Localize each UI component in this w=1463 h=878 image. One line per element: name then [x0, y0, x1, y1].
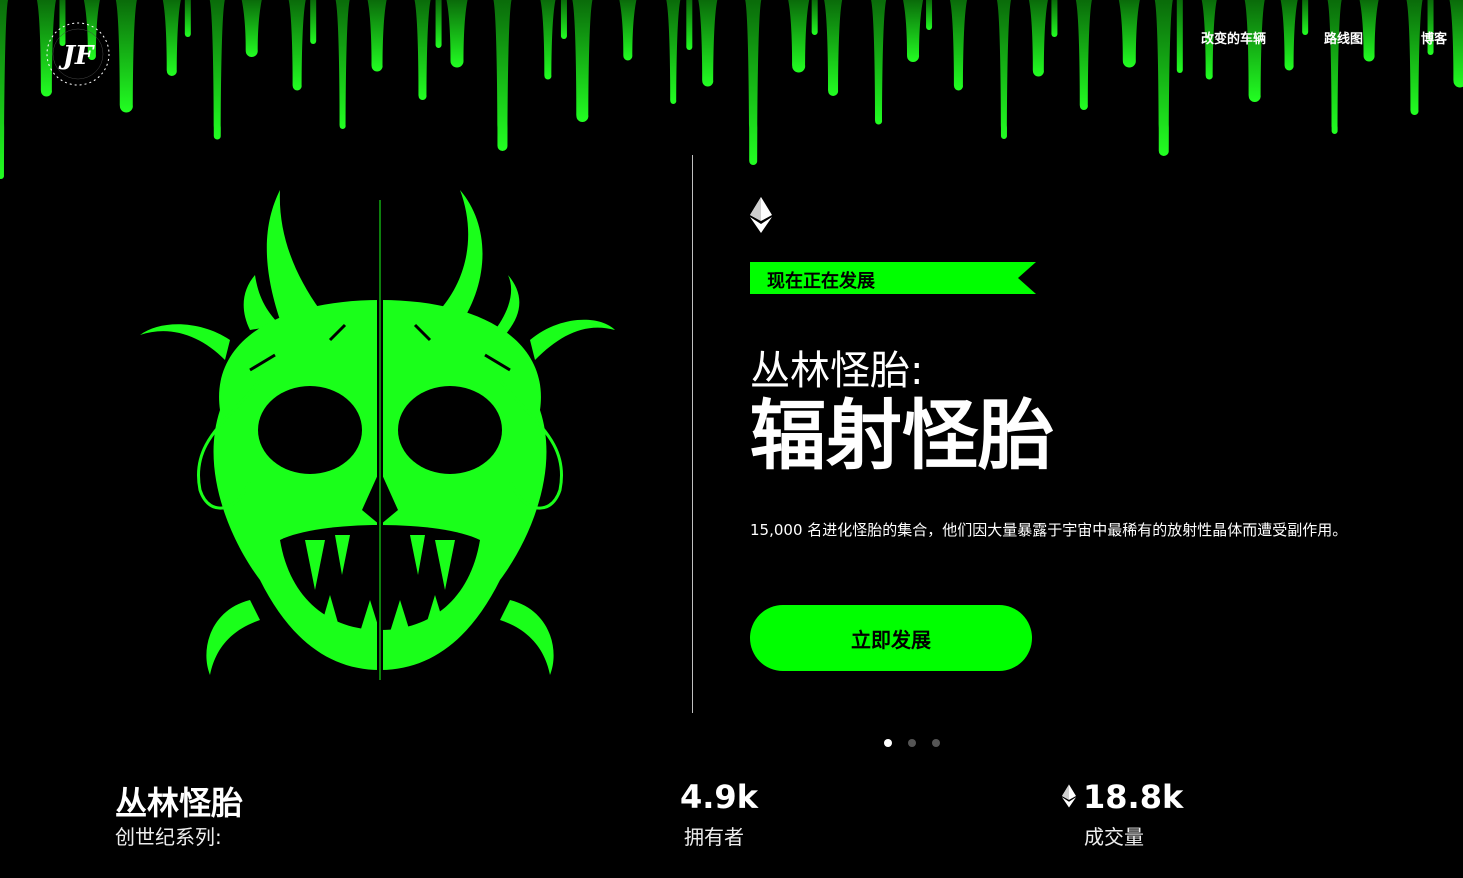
carousel-dot-3[interactable] [932, 739, 940, 747]
slime-drip [996, 0, 1011, 139]
slime-drip [310, 0, 317, 44]
collection-subtitle: 创世纪系列: [115, 825, 222, 849]
status-ribbon-label: 现在正在发展 [767, 271, 875, 292]
carousel-dots [884, 739, 940, 747]
slime-drip [811, 0, 818, 35]
hero-description: 15,000 名进化怪胎的集合，他们因大量暴露于宇宙中最稀有的放射性晶体而遭受副… [750, 521, 1348, 539]
top-nav: 改变的车辆 路线图 博客 [1201, 28, 1447, 47]
slime-drip [540, 0, 556, 80]
slime-drip [1327, 0, 1342, 134]
nav-item-blog[interactable]: 博客 [1421, 28, 1447, 47]
slime-drip [435, 0, 442, 48]
slime-drip [1406, 0, 1423, 115]
slime-drip [666, 0, 681, 104]
slime-drip [824, 0, 843, 96]
nav-item-vehicles[interactable]: 改变的车辆 [1201, 28, 1266, 47]
slime-drip [414, 0, 431, 100]
slime-drip [1154, 0, 1173, 156]
slime-drip [698, 0, 718, 87]
slime-drip [1051, 0, 1058, 37]
slime-drip [926, 0, 933, 30]
slime-drip [288, 0, 306, 91]
slime-drip [115, 0, 137, 113]
slime-drip [950, 0, 968, 91]
slime-drip [560, 0, 567, 39]
vertical-divider [692, 155, 693, 713]
slime-drip [335, 0, 350, 129]
carousel-dot-2[interactable] [908, 739, 916, 747]
slime-drip [0, 0, 8, 179]
slime-drip [1244, 0, 1265, 102]
slime-drip [686, 0, 693, 51]
slime-drip [903, 0, 924, 63]
evolve-now-button[interactable]: 立即发展 [750, 605, 1032, 671]
slime-drip [184, 0, 191, 37]
slime-drip [1075, 0, 1092, 110]
hero-kicker: 丛林怪胎: [750, 348, 924, 394]
volume-label: 成交量 [1084, 825, 1144, 849]
ethereum-icon [750, 197, 772, 233]
owners-count: 4.9k [680, 778, 758, 816]
volume-value: 18.8k [1083, 778, 1184, 816]
logo-letters: JF [58, 41, 95, 71]
brand-logo[interactable]: JF [44, 20, 112, 88]
slime-drip [619, 0, 637, 61]
slime-drip [493, 0, 512, 151]
slime-drip [1118, 0, 1140, 68]
slime-drip [572, 0, 593, 122]
slime-drip [367, 0, 387, 72]
slime-drip [871, 0, 887, 125]
slime-drip [209, 0, 225, 140]
slime-drip [241, 0, 262, 57]
slime-drip [1449, 0, 1463, 88]
hero-skull-art [140, 190, 615, 680]
slime-drip [1028, 0, 1048, 77]
carousel-dot-1[interactable] [884, 739, 892, 747]
slime-drip [446, 0, 468, 68]
slime-drip [162, 0, 181, 76]
nav-item-roadmap[interactable]: 路线图 [1324, 28, 1363, 47]
collection-title: 丛林怪胎 [115, 784, 244, 822]
slime-drip [788, 0, 810, 73]
slime-drip [745, 0, 762, 165]
ethereum-icon [1062, 784, 1076, 808]
slime-drip [1176, 0, 1183, 73]
owners-label: 拥有者 [684, 825, 744, 849]
hero-headline: 辐射怪胎 [750, 391, 1054, 480]
